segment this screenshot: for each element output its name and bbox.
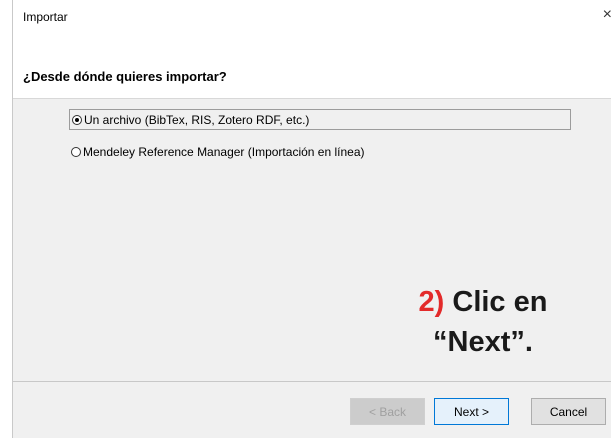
- option-file-label: Un archivo (BibTex, RIS, Zotero RDF, etc…: [84, 112, 310, 127]
- annotation-line1: Clic en: [444, 286, 548, 318]
- cancel-button[interactable]: Cancel: [531, 398, 606, 425]
- import-dialog: Importar × ¿Desde dónde quieres importar…: [12, 0, 611, 438]
- page-title: ¿Desde dónde quieres importar?: [23, 69, 227, 84]
- instruction-annotation: 2) Clic en “Next”.: [383, 282, 583, 362]
- dialog-title: Importar: [23, 10, 68, 24]
- dialog-footer: < Back Next > Cancel: [13, 382, 611, 438]
- option-file[interactable]: Un archivo (BibTex, RIS, Zotero RDF, etc…: [69, 109, 571, 130]
- radio-unselected-icon[interactable]: [71, 147, 81, 157]
- radio-selected-icon[interactable]: [72, 114, 82, 125]
- option-mendeley-label: Mendeley Reference Manager (Importación …: [83, 145, 365, 159]
- close-icon[interactable]: ×: [603, 6, 611, 24]
- annotation-line2: “Next”.: [433, 326, 533, 358]
- dialog-header: ¿Desde dónde quieres importar?: [13, 36, 611, 99]
- option-mendeley[interactable]: Mendeley Reference Manager (Importación …: [69, 145, 364, 159]
- annotation-step: 2): [418, 286, 445, 318]
- back-button[interactable]: < Back: [350, 398, 425, 425]
- title-bar: Importar ×: [13, 0, 611, 36]
- options-panel: Un archivo (BibTex, RIS, Zotero RDF, etc…: [13, 99, 611, 382]
- next-button[interactable]: Next >: [434, 398, 509, 425]
